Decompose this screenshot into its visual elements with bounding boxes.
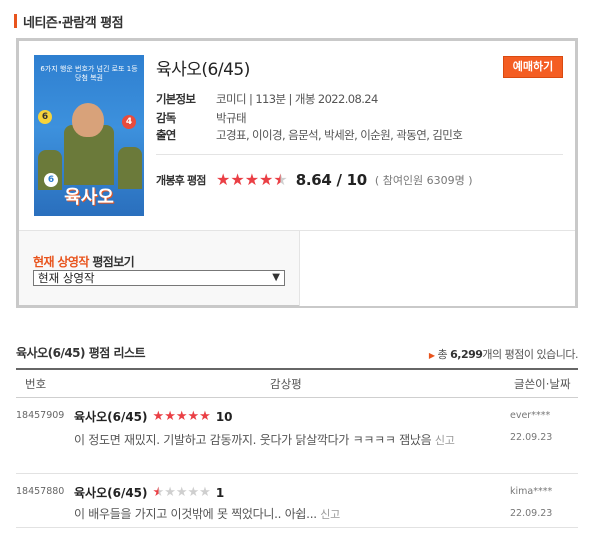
movie-rating-box: 6가지 행운 번호가 넘긴 로또 1등 당첨 복권 6 4 6 육사오 육사오(…	[16, 38, 578, 308]
title-accent-bar	[14, 14, 17, 28]
score-value: 8.64	[295, 171, 332, 189]
movie-poster[interactable]: 6가지 행운 번호가 넘긴 로또 1등 당첨 복권 6 4 6 육사오	[34, 55, 144, 216]
star-icon: ★	[175, 409, 188, 424]
review-movie-title[interactable]: 육사오(6/45)	[74, 484, 148, 501]
review-point: 10	[215, 409, 233, 424]
star-icon: ★	[164, 409, 176, 424]
count-prefix: 총	[437, 348, 451, 361]
review-stars: ★ ★ ★ ★ ★	[153, 486, 211, 499]
review-title: 육사오(6/45) ★ ★ ★ ★ ★ 1	[74, 484, 224, 501]
info-value[interactable]: 박규태	[216, 110, 247, 126]
star-icon: ★	[230, 170, 245, 189]
star-icon: ★	[152, 409, 165, 424]
count-value: 6,299	[450, 348, 483, 361]
column-header-author-date: 글쓴이·날짜	[514, 377, 571, 391]
poster-tagline: 6가지 행운 번호가 넘긴 로또 1등 당첨 복권	[40, 65, 138, 82]
star-icon: ★	[199, 485, 211, 500]
report-link[interactable]: 신고	[435, 434, 455, 447]
info-label: 기본정보	[156, 92, 196, 106]
review-author[interactable]: ever****	[510, 410, 550, 421]
review-list-heading: 육사오(6/45) 평점 리스트	[16, 346, 146, 360]
review-count: ▶ 총 6,299개의 평점이 있습니다.	[428, 346, 579, 362]
review-number: 18457909	[16, 410, 65, 421]
star-icon: ★	[187, 409, 200, 424]
review-text: 이 배우들을 가지고 이것밖에 못 찍었다니.. 아쉽...	[74, 507, 317, 521]
row-divider	[16, 473, 578, 474]
star-icon: ★	[259, 170, 274, 189]
movie-select-dropdown[interactable]: 현재 상영작 ▼	[33, 270, 285, 286]
poster-title: 육사오	[64, 187, 114, 208]
view-panel-right	[299, 231, 575, 306]
info-divider	[156, 154, 563, 155]
rating-row: 개봉후 평점 ★ ★ ★ ★ ★ 8.64/ 10 ( 참여인원 6309명 )	[156, 171, 473, 189]
star-icon: ★	[216, 170, 231, 189]
table-top-border	[16, 368, 578, 370]
review-movie-title[interactable]: 육사오(6/45)	[74, 408, 148, 425]
view-label-highlight: 현재 상영작	[33, 255, 89, 269]
review-text-block: 이 정도면 재밌지. 기발하고 감동까지. 웃다가 닭살깍다가 ㅋㅋㅋㅋ 잼났음…	[74, 430, 504, 451]
star-icon: ★	[187, 485, 200, 500]
section-title: 네티즌·관람객 평점	[14, 12, 124, 31]
review-text: 이 정도면 재밌지. 기발하고 감동까지. 웃다가 닭살깍다가 ㅋㅋㅋㅋ 잼났음	[74, 433, 432, 447]
review-point: 1	[215, 485, 225, 500]
review-number: 18457880	[16, 486, 65, 497]
review-date: 22.09.23	[510, 508, 553, 519]
row-divider	[16, 527, 578, 528]
lotto-ball-icon: 4	[122, 115, 136, 129]
column-header-review: 감상평	[270, 377, 302, 391]
info-director: 감독 박규태	[156, 110, 247, 126]
participant-count: ( 참여인원 6309명 )	[374, 174, 473, 187]
info-value[interactable]: 고경표, 이이경, 음문석, 박세완, 이순원, 곽동연, 김민호	[216, 127, 463, 143]
reserve-button[interactable]: 예매하기	[503, 56, 563, 78]
select-value: 현재 상영작	[38, 271, 95, 285]
review-stars: ★ ★ ★ ★ ★	[153, 410, 211, 423]
view-panel: 현재 상영작 평점보기 현재 상영작 ▼	[19, 230, 575, 306]
chevron-down-icon: ▼	[272, 272, 280, 283]
rating-score: 8.64/ 10	[296, 171, 367, 189]
rating-stars: ★ ★ ★ ★ ★	[216, 172, 288, 188]
poster-figure-face	[72, 103, 104, 137]
info-basic: 기본정보 코미디 | 113분 | 개봉 2022.08.24	[156, 91, 378, 107]
info-cast: 출연 고경표, 이이경, 음문석, 박세완, 이순원, 곽동연, 김민호	[156, 127, 463, 143]
count-suffix: 개의 평점이 있습니다.	[482, 348, 578, 361]
info-value: 코미디 | 113분 | 개봉 2022.08.24	[216, 92, 378, 106]
column-header-number: 번호	[25, 377, 47, 391]
star-icon: ★	[164, 485, 176, 500]
movie-title[interactable]: 육사오(6/45)	[156, 55, 250, 80]
report-link[interactable]: 신고	[320, 508, 340, 521]
view-label: 현재 상영작 평점보기	[33, 253, 135, 270]
lotto-ball-icon: 6	[38, 110, 52, 124]
info-label: 출연	[156, 128, 176, 142]
rating-label: 개봉후 평점	[156, 174, 206, 187]
star-icon: ★	[175, 485, 188, 500]
star-icon: ★	[244, 170, 260, 189]
view-label-text: 평점보기	[88, 255, 135, 269]
review-date: 22.09.23	[510, 432, 553, 443]
star-icon: ★	[199, 409, 211, 424]
star-icon: ★	[152, 485, 165, 500]
section-title-text: 네티즌·관람객 평점	[23, 15, 124, 31]
table-header-divider	[16, 397, 578, 398]
score-max: / 10	[336, 171, 368, 189]
info-label: 감독	[156, 111, 176, 125]
review-text-block: 이 배우들을 가지고 이것밖에 못 찍었다니.. 아쉽... 신고	[74, 504, 504, 525]
review-author[interactable]: kima****	[510, 486, 552, 497]
review-title: 육사오(6/45) ★ ★ ★ ★ ★ 10	[74, 408, 233, 425]
arrow-right-icon: ▶	[428, 351, 435, 360]
star-icon: ★	[273, 170, 288, 189]
